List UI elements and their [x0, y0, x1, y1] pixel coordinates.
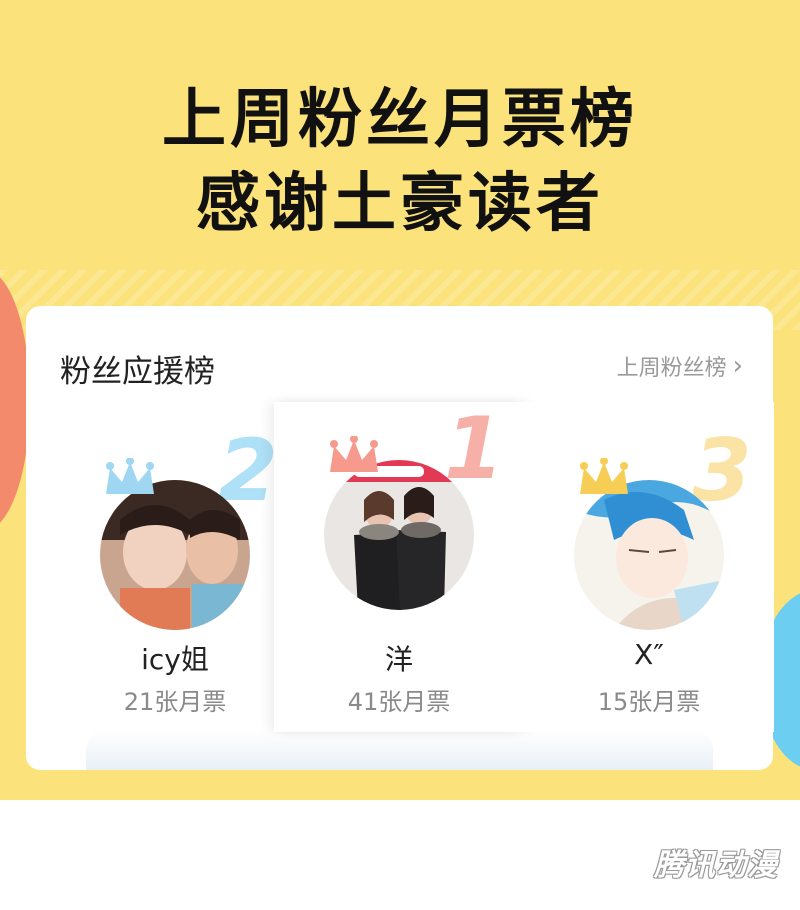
last-week-fans-link-label: 上周粉丝榜 — [616, 356, 727, 381]
watermark-logo: 腾讯动漫 — [654, 848, 778, 883]
crown-icon — [106, 458, 154, 494]
avatar[interactable] — [574, 480, 724, 630]
fan-votes: 41张月票 — [347, 688, 451, 716]
avatar[interactable] — [324, 460, 474, 610]
fan-name: 洋 — [384, 643, 413, 676]
avatar[interactable] — [100, 480, 250, 630]
card-title: 粉丝应援榜 — [60, 354, 215, 390]
fan-name: icy姐 — [141, 643, 209, 676]
fan-support-card: 粉丝应援榜 上周粉丝榜 › 2 icy姐 21张月票 1 洋 41张月票 3 X… — [26, 306, 774, 770]
fan-entry-rank-1[interactable]: 1 洋 41张月票 — [274, 402, 524, 732]
headline-line1: 上周粉丝月票榜 — [162, 83, 638, 157]
card-bottom-fade — [86, 730, 713, 770]
headline: 上周粉丝月票榜 感谢土豪读者 — [0, 78, 800, 246]
crown-icon — [580, 458, 628, 494]
fan-name: X″ — [634, 638, 664, 671]
fan-votes: 15张月票 — [597, 688, 701, 716]
fan-entry-rank-3[interactable]: 3 X″ 15张月票 — [524, 402, 774, 732]
chevron-right-icon: › — [732, 351, 743, 381]
rank-number: 1 — [444, 399, 504, 499]
last-week-fans-link[interactable]: 上周粉丝榜 › — [617, 350, 743, 382]
fan-votes: 21张月票 — [123, 688, 227, 716]
crown-icon — [330, 436, 378, 472]
fan-entry-rank-2[interactable]: 2 icy姐 21张月票 — [50, 402, 300, 732]
banner: 上周粉丝月票榜 感谢土豪读者 粉丝应援榜 上周粉丝榜 › 2 icy姐 21张月… — [0, 0, 800, 800]
headline-line2: 感谢土豪读者 — [196, 167, 604, 241]
